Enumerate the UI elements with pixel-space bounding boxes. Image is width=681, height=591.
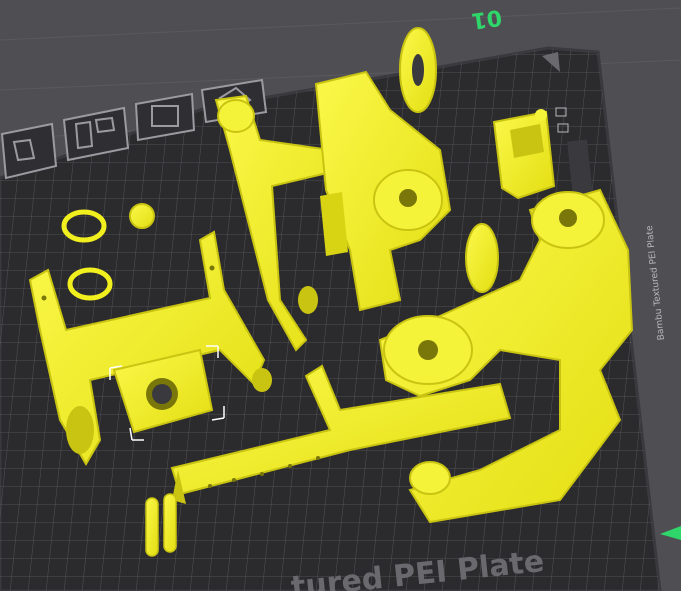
- small-bracket-part[interactable]: [492, 109, 556, 200]
- plate-scene[interactable]: 01 Bambu Textured PEI Plate tured PEI Pl…: [0, 0, 681, 591]
- 3d-build-plate-viewport[interactable]: 01 Bambu Textured PEI Plate tured PEI Pl…: [0, 0, 681, 591]
- pin-part-2[interactable]: [163, 493, 177, 553]
- pin-part-1[interactable]: [145, 497, 159, 557]
- knob-part[interactable]: [129, 203, 155, 229]
- plate-number-label: 01: [470, 4, 504, 33]
